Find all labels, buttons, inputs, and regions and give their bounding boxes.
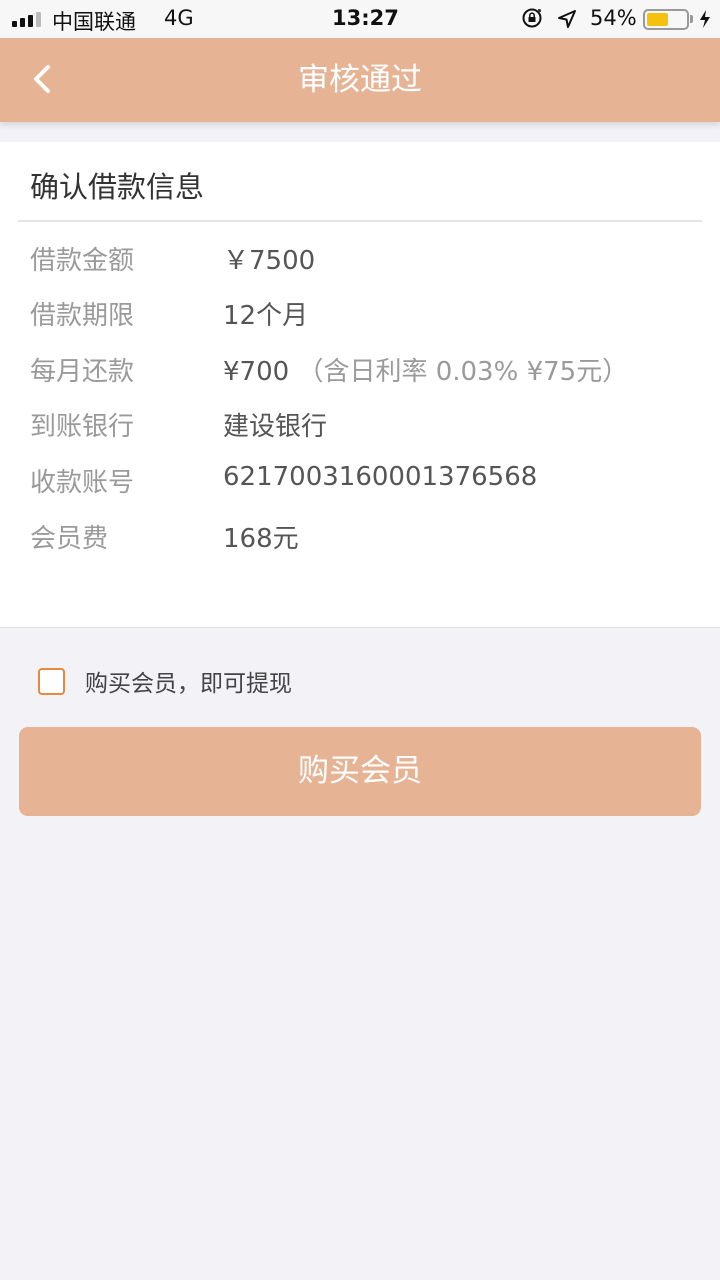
row-label: 到账银行: [30, 412, 135, 442]
row-value-text: ¥700: [223, 357, 290, 387]
rotation-lock-icon: [522, 8, 542, 28]
row-value-text: 6217003160001376568: [223, 462, 538, 492]
back-button[interactable]: [22, 58, 66, 102]
location-arrow-icon: [558, 10, 576, 28]
row-label: 借款期限: [30, 301, 135, 331]
membership-agreement[interactable]: 购买会员，即可提现: [38, 664, 292, 698]
network-type: 4G: [164, 6, 194, 30]
status-bar: 中国联通 4G 13:27 54%: [0, 0, 720, 38]
row-label: 借款金额: [30, 246, 135, 276]
page-title: 审核通过: [298, 62, 422, 98]
membership-checkbox-label: 购买会员，即可提现: [85, 671, 292, 697]
charging-bolt-icon: [700, 10, 710, 28]
row-label: 每月还款: [30, 357, 135, 387]
card-divider: [18, 220, 702, 222]
row-value: 6217003160001376568: [223, 462, 537, 492]
info-row-account: 收款账号 6217003160001376568: [0, 462, 720, 502]
buy-membership-button[interactable]: 购买会员: [19, 727, 701, 816]
row-value: 建设银行: [223, 406, 327, 443]
battery-icon: [643, 9, 689, 30]
battery-percent: 54%: [590, 6, 637, 30]
row-label: 收款账号: [30, 468, 135, 498]
battery-cap: [690, 15, 693, 23]
row-value: 168元: [223, 518, 299, 555]
interest-note: （含日利率 0.03% ¥75元）: [297, 357, 629, 387]
info-row-monthly-repayment: 每月还款 ¥700 （含日利率 0.03% ¥75元）: [0, 351, 720, 391]
card-title: 确认借款信息: [30, 170, 205, 204]
signal-icon: [12, 11, 41, 27]
carrier-name: 中国联通: [52, 10, 136, 34]
info-row-membership-fee: 会员费 168元: [0, 518, 720, 558]
row-label: 会员费: [30, 524, 109, 554]
info-row-term: 借款期限 12个月: [0, 295, 720, 335]
row-value: 12个月: [223, 295, 308, 332]
row-value-text: 建设银行: [223, 412, 328, 442]
membership-checkbox[interactable]: [38, 667, 65, 695]
chevron-left-icon: [34, 65, 50, 93]
row-value-text: ￥7500: [223, 246, 316, 276]
loan-info-card: 确认借款信息 借款金额 ￥7500 借款期限 12个月 每月还款 ¥700 （含…: [0, 142, 720, 628]
row-value: ￥7500: [223, 240, 315, 277]
status-time: 13:27: [332, 6, 399, 30]
info-row-amount: 借款金额 ￥7500: [0, 240, 720, 280]
row-value-text: 168元: [223, 524, 299, 554]
info-row-bank: 到账银行 建设银行: [0, 406, 720, 446]
row-value: ¥700 （含日利率 0.03% ¥75元）: [223, 351, 628, 388]
row-value-text: 12个月: [223, 301, 309, 331]
nav-bar: 审核通过: [0, 38, 720, 122]
